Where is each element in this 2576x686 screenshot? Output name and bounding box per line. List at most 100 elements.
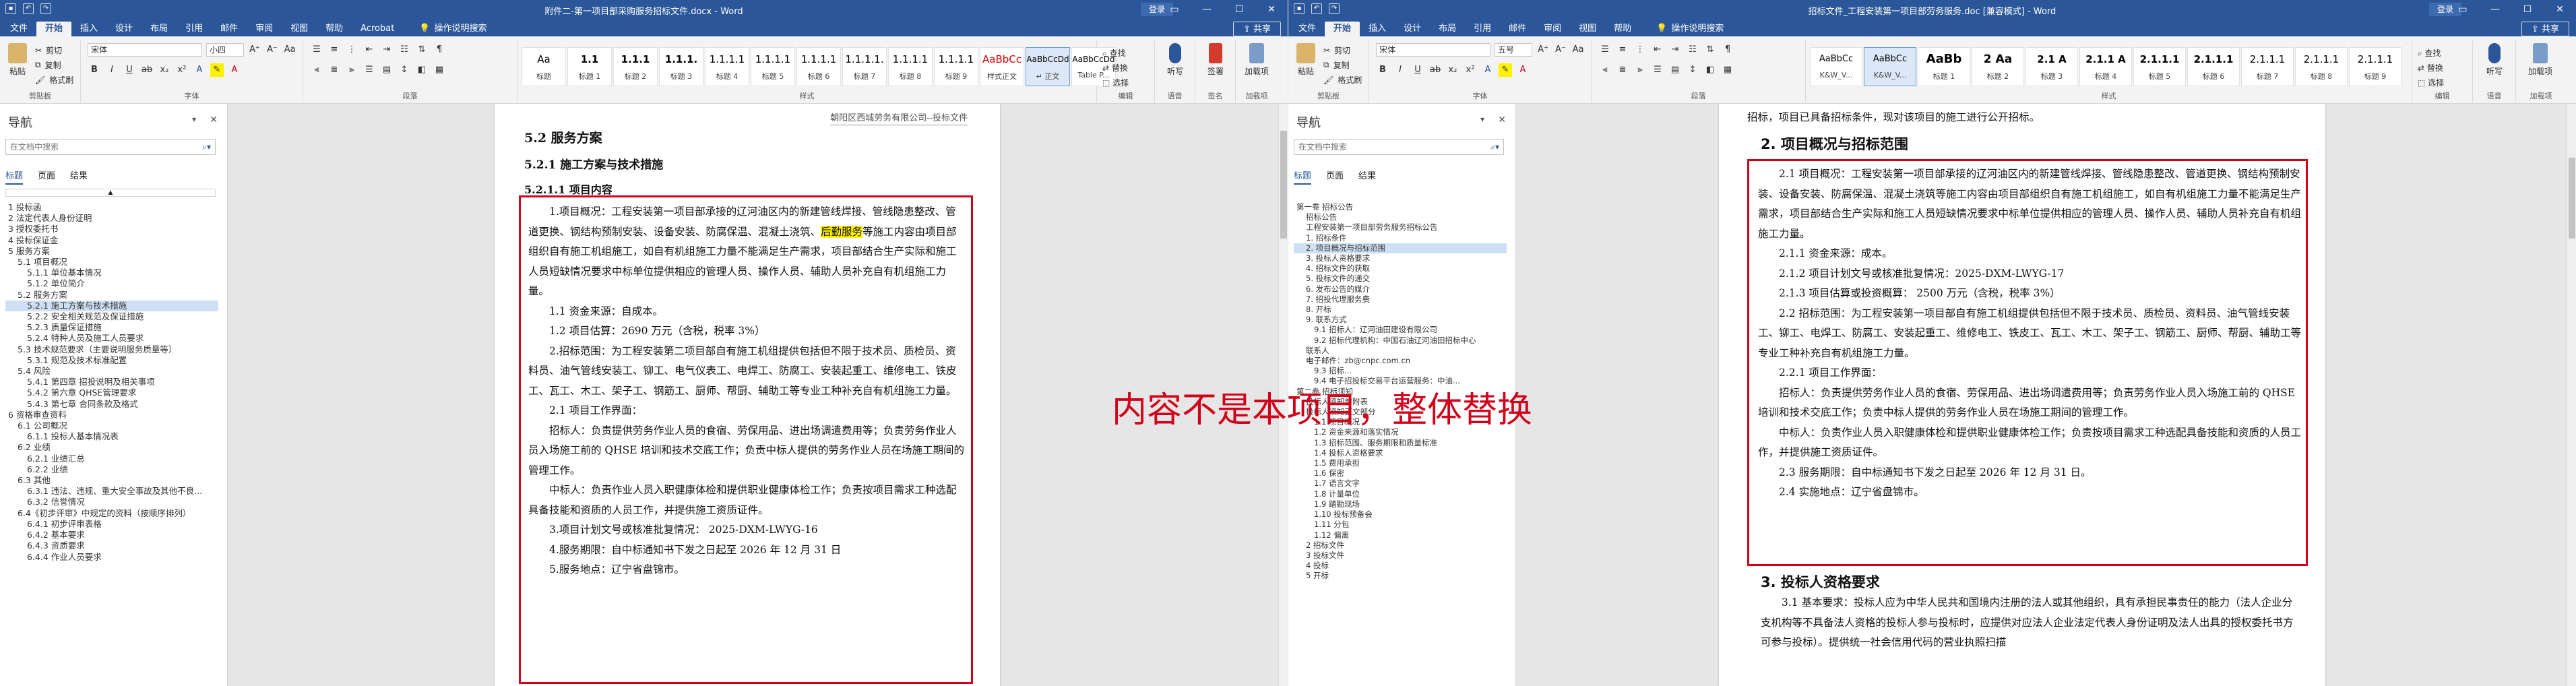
nav-item[interactable]: 6.4.2 基本要求 — [5, 530, 218, 540]
superscript-icon[interactable]: x² — [175, 63, 189, 77]
nav-item[interactable]: 6.1.1 投标人基本情况表 — [5, 431, 218, 442]
style-heading-2[interactable]: 2 Aa 标题 2 — [1972, 47, 2024, 86]
font-name-combo[interactable]: 宋体 — [1376, 43, 1490, 57]
tab-home[interactable]: 开始 — [1325, 22, 1360, 36]
share-button[interactable]: ⇪ 共享 — [2521, 22, 2569, 36]
style-heading-5[interactable]: 1.1.1.1 标题 5 — [751, 47, 795, 86]
nav-item[interactable]: 6.4.1 初步评审表格 — [5, 519, 218, 530]
nav-item[interactable]: 6.3.2 信誉情况 — [5, 497, 218, 507]
superscript-icon[interactable]: x² — [1464, 63, 1477, 77]
tab-insert[interactable]: 插入 — [71, 22, 106, 36]
nav-item[interactable]: 5.4 风险 — [5, 366, 218, 377]
font-name-combo[interactable]: 宋体 — [88, 43, 202, 57]
tab-view[interactable]: 视图 — [282, 22, 317, 36]
subscript-icon[interactable]: x₂ — [158, 63, 171, 77]
nav-item[interactable]: 1.12 偏离 — [1294, 530, 1507, 540]
tab-layout[interactable]: 布局 — [142, 22, 177, 36]
change-case-icon[interactable]: Aa — [283, 43, 296, 57]
maximize-icon[interactable]: ☐ — [1223, 0, 1255, 19]
nav-item[interactable]: 1.7 语言文字 — [1294, 478, 1507, 489]
cut-button[interactable]: ✂ 剪切 — [1323, 44, 1350, 56]
nav-item[interactable]: 3. 投标人资格要求 — [1294, 253, 1507, 263]
find-button[interactable]: ⌕ 查找 — [1102, 46, 1129, 61]
align-left-icon[interactable]: ⫷ — [310, 63, 323, 77]
nav-search-input[interactable]: 在文档中搜索 ⌕▾ — [5, 139, 216, 155]
style-heading-1[interactable]: AaBb 标题 1 — [1918, 47, 1970, 86]
align-right-icon[interactable]: ⫸ — [345, 63, 358, 77]
nav-item[interactable]: 1.6 保密 — [1294, 468, 1507, 478]
style-heading-3[interactable]: 1.1.1. 标题 3 — [659, 47, 703, 86]
replace-button[interactable]: ⇄ 替换 — [1102, 61, 1129, 75]
nav-tab-results[interactable]: 结果 — [70, 168, 88, 185]
numbering-icon[interactable]: ≡ — [327, 43, 341, 57]
tab-layout[interactable]: 布局 — [1430, 22, 1465, 36]
format-painter-button[interactable]: 🖌 格式刷 — [35, 74, 73, 86]
align-center-icon[interactable]: ≣ — [327, 63, 341, 77]
nav-tab-results[interactable]: 结果 — [1358, 168, 1376, 185]
nav-item[interactable]: 2. 项目概况与招标范围 — [1294, 243, 1507, 254]
highlight-icon[interactable]: ✎ — [1499, 63, 1512, 77]
tab-acrobat[interactable]: Acrobat — [352, 22, 403, 36]
change-case-icon[interactable]: Aa — [1571, 43, 1585, 57]
style-heading-8[interactable]: 1.1.1.1 标题 8 — [888, 47, 933, 86]
nav-search-input[interactable]: 在文档中搜索 ⌕▾ — [1294, 139, 1504, 155]
paste-button[interactable]: 粘贴 — [4, 43, 31, 77]
copy-button[interactable]: ⧉ 复制 — [1323, 59, 1350, 71]
shrink-font-icon[interactable]: A⁻ — [265, 43, 279, 57]
nav-item[interactable]: 3 投标文件 — [1294, 551, 1507, 561]
ribbon-display-icon[interactable]: ▭ — [1158, 0, 1191, 19]
grow-font-icon[interactable]: A⁺ — [1536, 43, 1550, 57]
scroll-thumb[interactable] — [1280, 131, 1287, 239]
addins-button[interactable]: 加载项 — [1241, 43, 1272, 77]
sort-icon[interactable]: ⇅ — [415, 43, 429, 57]
nav-item[interactable]: 5.2 服务方案 — [5, 290, 218, 301]
style-heading-4[interactable]: 2.1.1 A 标题 4 — [2079, 47, 2132, 86]
chevron-down-icon[interactable]: ▾ — [1480, 115, 1484, 124]
style-kw-1[interactable]: AaBbCc K&W_V... — [1810, 47, 1862, 86]
nav-item[interactable]: 6.4.4 作业人员要求 — [5, 552, 218, 563]
bullets-icon[interactable]: ☰ — [310, 43, 323, 57]
nav-item[interactable]: 5.3.1 规范及技术标准配置 — [5, 355, 218, 366]
style-heading-3[interactable]: 2.1 A 标题 3 — [2025, 47, 2078, 86]
style-heading-1[interactable]: 1.1 标题 1 — [567, 47, 612, 86]
nav-tab-headings[interactable]: 标题 — [1294, 168, 1312, 185]
minimize-icon[interactable]: — — [1191, 0, 1223, 19]
align-left-icon[interactable]: ⫷ — [1598, 63, 1612, 77]
multilevel-icon[interactable]: ⋮ — [345, 43, 358, 57]
subscript-icon[interactable]: x₂ — [1446, 63, 1459, 77]
sign-button[interactable]: 签署 — [1202, 43, 1229, 77]
nav-item[interactable]: 3 授权委托书 — [5, 224, 218, 235]
close-icon[interactable]: ✕ — [1498, 115, 1506, 125]
tab-design[interactable]: 设计 — [1395, 22, 1430, 36]
nav-item[interactable]: 2 招标文件 — [1294, 540, 1507, 551]
strikethrough-icon[interactable]: ab — [140, 63, 154, 77]
increase-indent-icon[interactable]: ⇥ — [1668, 43, 1682, 57]
style-title[interactable]: Aa 标题 — [522, 47, 566, 86]
paste-button[interactable]: 粘贴 — [1292, 43, 1319, 77]
nav-item[interactable]: 1.11 分包 — [1294, 520, 1507, 530]
nav-item[interactable]: 5.2.1 施工方案与技术措施 — [5, 300, 218, 312]
chinese-layout-icon[interactable]: ☷ — [398, 43, 411, 57]
decrease-indent-icon[interactable]: ⇤ — [1651, 43, 1664, 57]
select-button[interactable]: ⬚ 选择 — [2418, 75, 2444, 90]
multilevel-icon[interactable]: ⋮ — [1633, 43, 1647, 57]
nav-item[interactable]: 1. 招标条件 — [1294, 233, 1507, 243]
line-spacing-icon[interactable]: ↕ — [398, 63, 411, 77]
borders-icon[interactable]: ▦ — [1721, 63, 1734, 77]
tab-review[interactable]: 审阅 — [247, 22, 282, 36]
italic-icon[interactable]: I — [1393, 63, 1407, 77]
chinese-layout-icon[interactable]: ☷ — [1686, 43, 1699, 57]
nav-item[interactable]: 9.3 招标... — [1294, 366, 1507, 376]
share-button[interactable]: ⇪ 共享 — [1232, 22, 1281, 36]
style-heading-6[interactable]: 2.1.1.1 标题 6 — [2187, 47, 2240, 86]
nav-item[interactable]: 5. 投标文件的递交 — [1294, 274, 1507, 284]
nav-item[interactable]: 5 服务方案 — [5, 246, 218, 257]
nav-item[interactable]: 6 资格审查资料 — [5, 410, 218, 420]
nav-item[interactable]: 5.1.1 单位基本情况 — [5, 268, 218, 278]
close-icon[interactable]: ✕ — [2544, 0, 2576, 19]
style-normal[interactable]: AaBbCcDd ↵ 正文 — [1026, 47, 1070, 86]
nav-item[interactable]: 1.4 投标人资格要求 — [1294, 448, 1507, 458]
shrink-font-icon[interactable]: A⁻ — [1554, 43, 1567, 57]
chevron-down-icon[interactable]: ▾ — [192, 115, 196, 124]
tab-help[interactable]: 帮助 — [1605, 22, 1640, 36]
